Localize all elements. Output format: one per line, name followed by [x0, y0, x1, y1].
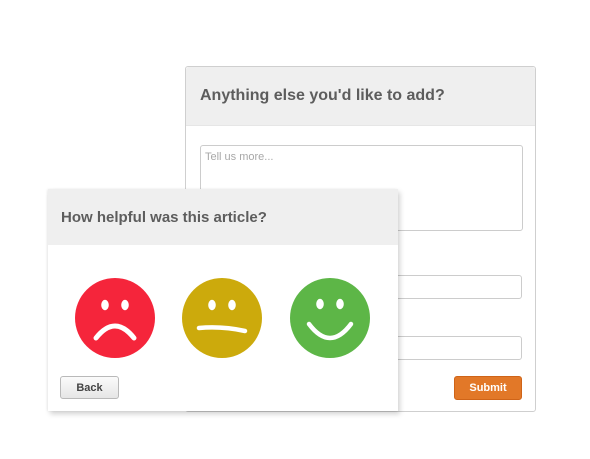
rating-header: How helpful was this article?: [48, 189, 398, 245]
comment-placeholder: Tell us more...: [205, 151, 274, 163]
name-input[interactable]: [392, 275, 522, 299]
happy-face-button[interactable]: [290, 278, 370, 358]
rating-title: How helpful was this article?: [61, 209, 267, 226]
rating-card: How helpful was this article? Back: [48, 189, 398, 411]
back-button[interactable]: Back: [60, 376, 119, 399]
neutral-face-button[interactable]: [182, 278, 262, 358]
sad-face-icon: [75, 278, 155, 358]
happy-face-icon: [290, 278, 370, 358]
neutral-face-icon: [182, 278, 262, 358]
feedback-form-header: Anything else you'd like to add?: [186, 67, 535, 126]
email-input[interactable]: [392, 336, 522, 360]
feedback-form-title: Anything else you'd like to add?: [200, 87, 445, 104]
sad-face-button[interactable]: [75, 278, 155, 358]
submit-button[interactable]: Submit: [454, 376, 522, 400]
